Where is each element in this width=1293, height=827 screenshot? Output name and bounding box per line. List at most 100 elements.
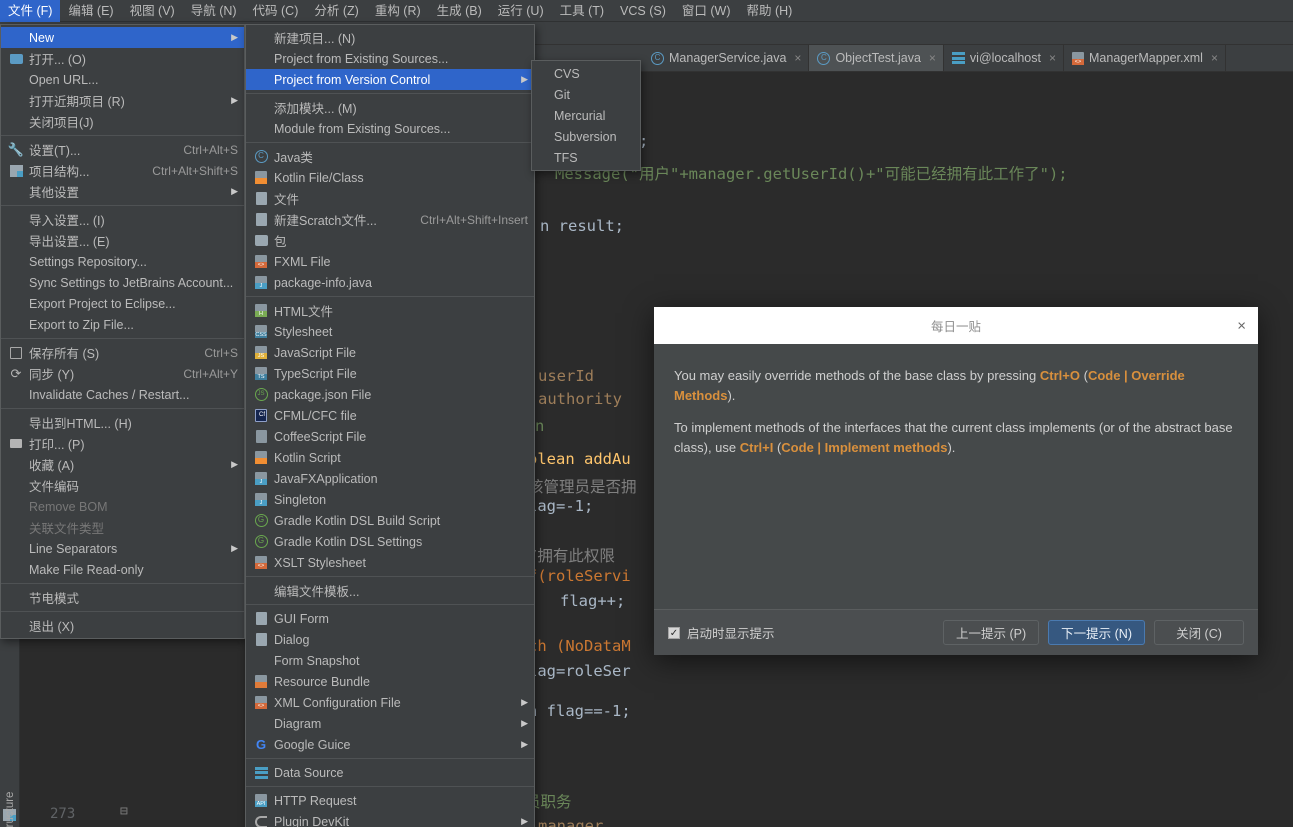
new-submenu-popup[interactable]: 新建项目... (N) Project from Existing Sources… xyxy=(245,24,535,827)
menubar-item-12[interactable]: 帮助 (H) xyxy=(739,0,801,22)
new-menu-item-编辑文件模板-[interactable]: 编辑文件模板... xyxy=(246,580,534,601)
file-menu-item-line-separators[interactable]: Line Separators ▶ xyxy=(1,538,244,559)
new-menu-item-gui-form[interactable]: GUI Form xyxy=(246,608,534,629)
new-menu-item-coffeescript-file[interactable]: CoffeeScript File xyxy=(246,426,534,447)
menubar-item-11[interactable]: 窗口 (W) xyxy=(674,0,739,22)
new-menu-item-gradle-kotlin-dsl-build-script[interactable]: G Gradle Kotlin DSL Build Script xyxy=(246,510,534,531)
close-icon[interactable]: × xyxy=(1237,318,1246,333)
file-menu-item-打开-o-[interactable]: 打开... (O) xyxy=(1,48,244,69)
close-dialog-button[interactable]: 关闭 (C) xyxy=(1154,620,1244,645)
new-menu-item-form-snapshot[interactable]: Form Snapshot xyxy=(246,650,534,671)
close-icon[interactable]: × xyxy=(1211,51,1218,65)
menubar-item-2[interactable]: 视图 (V) xyxy=(122,0,183,22)
file-menu-item-同步-y-[interactable]: ⟳ 同步 (Y) Ctrl+Alt+Y xyxy=(1,363,244,384)
file-menu-item-项目结构-[interactable]: 项目结构... Ctrl+Alt+Shift+S xyxy=(1,160,244,181)
new-menu-item-diagram[interactable]: Diagram ▶ xyxy=(246,713,534,734)
new-menu-item-添加模块-m-[interactable]: 添加模块... (M) xyxy=(246,97,534,118)
editor-tab-ManagerMapper.xml[interactable]: <> ManagerMapper.xml × xyxy=(1064,45,1226,71)
new-menu-item-resource-bundle[interactable]: Resource Bundle xyxy=(246,671,534,692)
menu-item-label: TypeScript File xyxy=(274,366,357,381)
menubar-item-8[interactable]: 运行 (U) xyxy=(490,0,552,22)
version-control-submenu-popup[interactable]: CVS Git Mercurial Subversion TFS xyxy=(531,60,641,171)
menubar-item-6[interactable]: 重构 (R) xyxy=(367,0,429,22)
file-menu-item-其他设置[interactable]: 其他设置 ▶ xyxy=(1,181,244,202)
new-menu-item-stylesheet[interactable]: CSS Stylesheet xyxy=(246,321,534,342)
file-menu-item-invalidate-caches-restart-[interactable]: Invalidate Caches / Restart... xyxy=(1,384,244,405)
file-menu-item-make-file-read-only[interactable]: Make File Read-only xyxy=(1,559,244,580)
new-menu-item-data-source[interactable]: Data Source xyxy=(246,762,534,783)
close-icon[interactable]: × xyxy=(1049,51,1056,65)
file-menu-item-打开近期项目-r-[interactable]: 打开近期项目 (R) ▶ xyxy=(1,90,244,111)
new-menu-item-包[interactable]: 包 xyxy=(246,230,534,251)
vcs-menu-item-git[interactable]: Git xyxy=(532,84,640,105)
file-menu-item-导入设置-i-[interactable]: 导入设置... (I) xyxy=(1,209,244,230)
file-menu-item-settings-repository-[interactable]: Settings Repository... xyxy=(1,251,244,272)
new-menu-item-plugin-devkit[interactable]: Plugin DevKit ▶ xyxy=(246,811,534,827)
vcs-menu-item-cvs[interactable]: CVS xyxy=(532,63,640,84)
new-menu-item-http-request[interactable]: API HTTP Request xyxy=(246,790,534,811)
file-menu-item-收藏-a-[interactable]: 收藏 (A) ▶ xyxy=(1,454,244,475)
menubar-item-4[interactable]: 代码 (C) xyxy=(245,0,307,22)
new-menu-item-google-guice[interactable]: G Google Guice ▶ xyxy=(246,734,534,755)
new-menu-item-xml-configuration-file[interactable]: <> XML Configuration File ▶ xyxy=(246,692,534,713)
file-menu-item-设置-t-[interactable]: 🔧 设置(T)... Ctrl+Alt+S xyxy=(1,139,244,160)
new-menu-item-singleton[interactable]: J Singleton xyxy=(246,489,534,510)
new-menu-item-dialog[interactable]: Dialog xyxy=(246,629,534,650)
menubar-item-10[interactable]: VCS (S) xyxy=(612,0,674,22)
menubar-item-1[interactable]: 编辑 (E) xyxy=(60,0,121,22)
vcs-menu-item-subversion[interactable]: Subversion xyxy=(532,126,640,147)
file-menu-item-退出-x-[interactable]: 退出 (X) xyxy=(1,615,244,636)
new-menu-item-fxml-file[interactable]: <> FXML File xyxy=(246,251,534,272)
new-menu-item-gradle-kotlin-dsl-settings[interactable]: G Gradle Kotlin DSL Settings xyxy=(246,531,534,552)
file-menu-item-文件编码[interactable]: 文件编码 xyxy=(1,475,244,496)
new-menu-item-cfml-cfc-file[interactable]: Cf CFML/CFC file xyxy=(246,405,534,426)
menubar-item-9[interactable]: 工具 (T) xyxy=(552,0,612,22)
new-menu-item-typescript-file[interactable]: TS TypeScript File xyxy=(246,363,534,384)
menubar-item-7[interactable]: 生成 (B) xyxy=(429,0,490,22)
previous-tip-button[interactable]: 上一提示 (P) xyxy=(943,620,1040,645)
file-menu-item-export-to-zip-file-[interactable]: Export to Zip File... xyxy=(1,314,244,335)
new-menu-item-javascript-file[interactable]: JS JavaScript File xyxy=(246,342,534,363)
file-menu-item-open-url-[interactable]: Open URL... xyxy=(1,69,244,90)
new-menu-item-javafxapplication[interactable]: J JavaFXApplication xyxy=(246,468,534,489)
checkbox-check-icon[interactable]: ✓ xyxy=(668,626,680,639)
code-fold-icon[interactable]: ⊟ xyxy=(120,804,128,819)
file-menu-item-导出设置-e-[interactable]: 导出设置... (E) xyxy=(1,230,244,251)
close-icon[interactable]: × xyxy=(929,51,936,65)
new-menu-item-html文件[interactable]: H HTML文件 xyxy=(246,300,534,321)
editor-tab-vi@localhost[interactable]: vi@localhost × xyxy=(944,45,1064,71)
menubar-item-0[interactable]: 文件 (F) xyxy=(0,0,61,22)
new-menu-item-新建项目-n-[interactable]: 新建项目... (N) xyxy=(246,27,534,48)
next-tip-button[interactable]: 下一提示 (N) xyxy=(1048,620,1145,645)
menubar-item-5[interactable]: 分析 (Z) xyxy=(306,0,366,22)
close-icon[interactable]: × xyxy=(794,51,801,65)
new-menu-item-package-json-file[interactable]: JS package.json File xyxy=(246,384,534,405)
new-menu-item-java类[interactable]: C Java类 xyxy=(246,146,534,167)
editor-tab-ManagerService.java[interactable]: C ManagerService.java × xyxy=(643,45,810,71)
show-tips-on-startup-checkbox[interactable]: ✓ 启动时显示提示 xyxy=(668,623,775,642)
new-menu-item-project-from-existing-sources-[interactable]: Project from Existing Sources... xyxy=(246,48,534,69)
new-menu-item-xslt-stylesheet[interactable]: <> XSLT Stylesheet xyxy=(246,552,534,573)
sidebar-item-structure[interactable]: 7: Structure xyxy=(4,777,22,827)
file-menu-item-export-project-to-eclipse-[interactable]: Export Project to Eclipse... xyxy=(1,293,244,314)
vcs-menu-item-tfs[interactable]: TFS xyxy=(532,147,640,168)
file-menu-item-new[interactable]: New ▶ xyxy=(1,27,244,48)
vcs-menu-item-mercurial[interactable]: Mercurial xyxy=(532,105,640,126)
file-menu-popup[interactable]: New ▶ 打开... (O) Open URL... 打开近期项目 (R) ▶ 关闭项目(… xyxy=(0,24,245,639)
new-menu-item-module-from-existing-sources-[interactable]: Module from Existing Sources... xyxy=(246,118,534,139)
new-menu-item-project-from-version-control[interactable]: Project from Version Control ▶ xyxy=(246,69,534,90)
file-menu-item-sync-settings-to-jetbrains-account-[interactable]: Sync Settings to JetBrains Account... xyxy=(1,272,244,293)
menubar-item-3[interactable]: 导航 (N) xyxy=(183,0,245,22)
file-menu-item-关闭项目-j-[interactable]: 关闭项目(J) xyxy=(1,111,244,132)
file-menu-item-导出到html-h-[interactable]: 导出到HTML... (H) xyxy=(1,412,244,433)
main-menubar[interactable]: 文件 (F) 编辑 (E) 视图 (V) 导航 (N) 代码 (C) 分析 (Z) 重构 (… xyxy=(0,0,1293,22)
new-menu-item-文件[interactable]: 文件 xyxy=(246,188,534,209)
editor-tab-ObjectTest.java[interactable]: C ObjectTest.java × xyxy=(809,45,944,71)
new-menu-item-package-info-java[interactable]: Jpackage-info.java xyxy=(246,272,534,293)
file-menu-item-节电模式[interactable]: 节电模式 xyxy=(1,587,244,608)
file-menu-item-保存所有-s-[interactable]: 保存所有 (S) Ctrl+S xyxy=(1,342,244,363)
file-menu-item-打印-p-[interactable]: 打印... (P) xyxy=(1,433,244,454)
new-menu-item-kotlin-script[interactable]: Kotlin Script xyxy=(246,447,534,468)
new-menu-item-新建scratch文件-[interactable]: 新建Scratch文件... Ctrl+Alt+Shift+Insert xyxy=(246,209,534,230)
new-menu-item-kotlin-file-class[interactable]: Kotlin File/Class xyxy=(246,167,534,188)
